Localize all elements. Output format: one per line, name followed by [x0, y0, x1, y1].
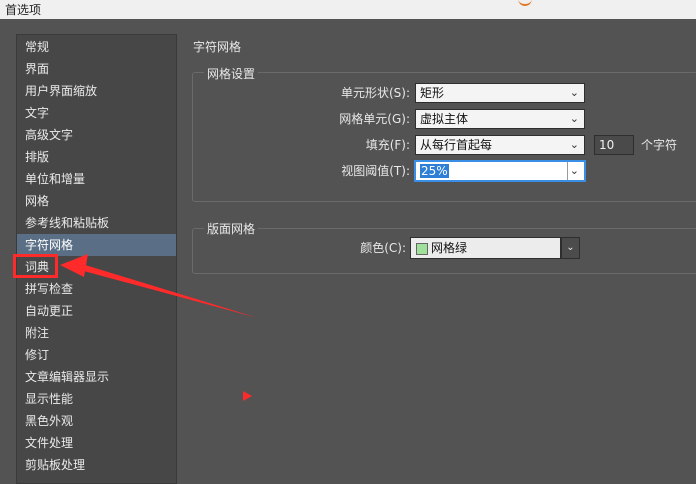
sidebar-item-type[interactable]: 文字: [17, 102, 176, 124]
title-decoration: [518, 0, 532, 6]
sidebar-item-file-handling[interactable]: 文件处理: [17, 432, 176, 454]
chevron-down-icon: ⌄: [569, 112, 579, 125]
fill-label: 填充(F):: [365, 138, 410, 152]
sidebar-item-appearance-of-black[interactable]: 黑色外观: [17, 410, 176, 432]
color-select[interactable]: 网格绿: [410, 237, 561, 259]
view-threshold-label: 视图阈值(T):: [341, 164, 410, 178]
chevron-down-icon: ⌄: [569, 86, 579, 99]
section-title: 字符网格: [193, 40, 242, 54]
sidebar-item-advanced-type[interactable]: 高级文字: [17, 124, 176, 146]
sidebar-item-notes[interactable]: 附注: [17, 322, 176, 344]
sidebar-item-track-changes[interactable]: 修订: [17, 344, 176, 366]
sidebar-item-composition[interactable]: 排版: [17, 146, 176, 168]
color-label: 颜色(C):: [360, 241, 406, 255]
grid-settings-legend: 网格设置: [204, 65, 259, 82]
sidebar-item-ui-scaling[interactable]: 用户界面缩放: [17, 80, 176, 102]
color-swatch: [416, 243, 428, 255]
title-bar: 首选项: [0, 0, 696, 19]
cell-shape-value: 矩形: [420, 86, 445, 100]
chevron-down-icon: ⌄: [569, 164, 579, 177]
sidebar-item-display-performance[interactable]: 显示性能: [17, 388, 176, 410]
grid-unit-label: 网格单元(G):: [339, 112, 410, 126]
layout-grid-legend: 版面网格: [204, 220, 259, 237]
view-threshold-combobox[interactable]: 25% ⌄: [415, 161, 585, 181]
chevron-down-icon: ⌄: [566, 242, 575, 253]
cell-shape-select[interactable]: 矩形 ⌄: [415, 83, 585, 103]
sidebar-item-story-editor[interactable]: 文章编辑器显示: [17, 366, 176, 388]
sidebar-item-guides-pasteboard[interactable]: 参考线和粘贴板: [17, 212, 176, 234]
window-title: 首选项: [5, 3, 42, 17]
sidebar-item-units-increments[interactable]: 单位和增量: [17, 168, 176, 190]
sidebar-item-grids[interactable]: 网格: [17, 190, 176, 212]
sidebar-item-interface[interactable]: 界面: [17, 58, 176, 80]
fill-select[interactable]: 从每行首起每 ⌄: [415, 135, 585, 155]
cell-shape-label: 单元形状(S):: [340, 86, 410, 100]
fill-value: 从每行首起每: [420, 138, 493, 152]
fill-unit-label: 个字符: [641, 138, 678, 152]
color-dropdown-button[interactable]: ⌄: [561, 237, 580, 259]
sidebar-item-general[interactable]: 常规: [17, 36, 176, 58]
chevron-down-icon: ⌄: [569, 138, 579, 151]
annotation-small-marker-icon: [243, 391, 252, 401]
color-value: 网格绿: [431, 241, 468, 255]
grid-unit-value: 虚拟主体: [420, 112, 469, 126]
sidebar-item-autocorrect[interactable]: 自动更正: [17, 300, 176, 322]
view-threshold-value[interactable]: 25%: [420, 164, 449, 178]
sidebar-item-spelling[interactable]: 拼写检查: [17, 278, 176, 300]
sidebar-item-character-grid[interactable]: 字符网格: [17, 234, 176, 256]
annotation-highlight-box: [13, 254, 58, 278]
fill-count-input[interactable]: 10: [594, 135, 634, 155]
grid-unit-select[interactable]: 虚拟主体 ⌄: [415, 109, 585, 129]
